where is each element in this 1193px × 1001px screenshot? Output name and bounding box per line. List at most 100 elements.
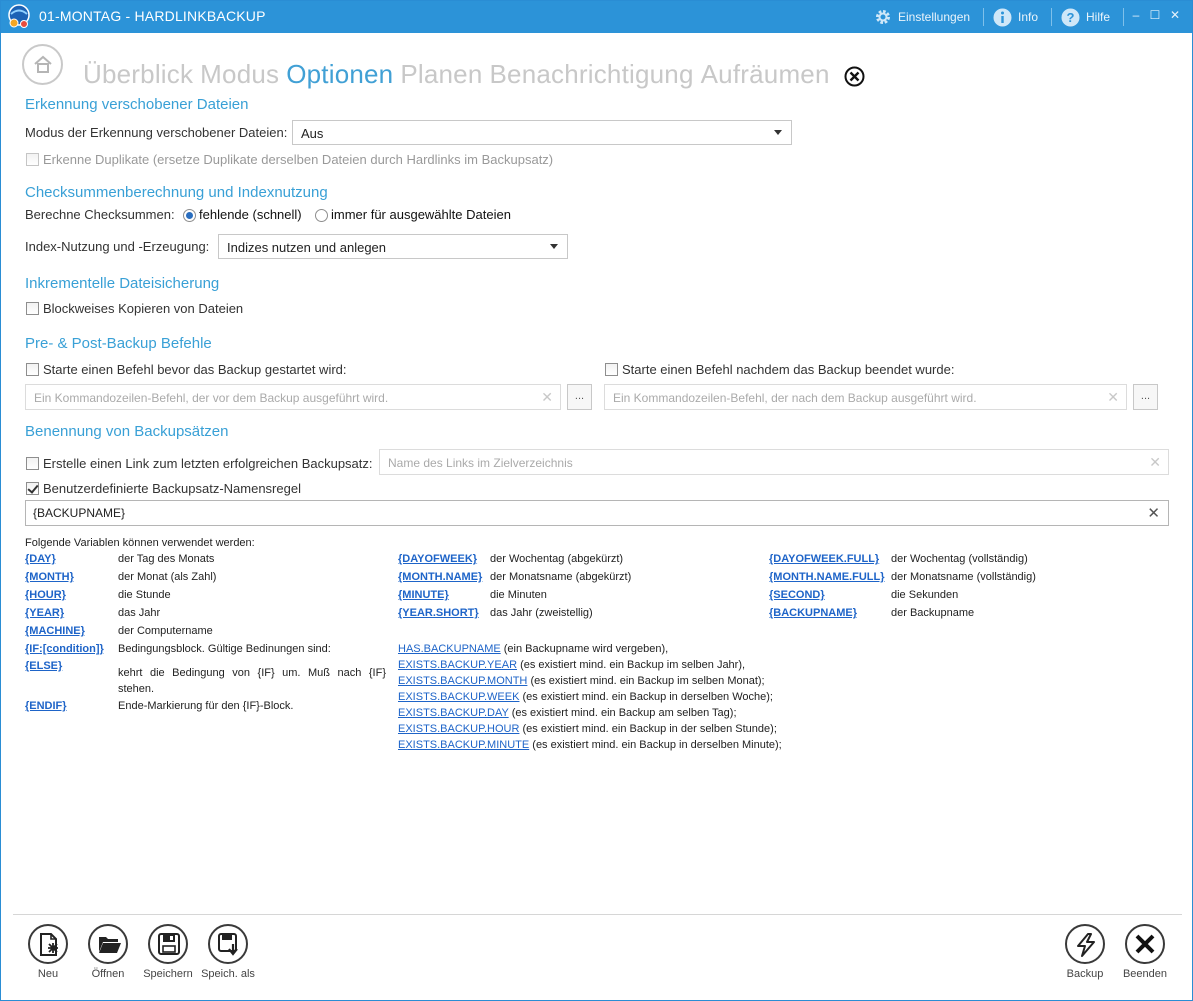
help-button[interactable]: ? Hilfe [1061, 6, 1110, 28]
variable-link[interactable]: {MONTH.NAME.FULL} [769, 571, 885, 583]
exit-button[interactable] [1125, 924, 1165, 964]
detect-duplicates-checkbox[interactable] [26, 153, 39, 166]
condition-desc: (ein Backupname wird vergeben), [503, 643, 669, 655]
blockwise-copy-checkbox[interactable] [26, 302, 39, 315]
open-label: Öffnen [91, 968, 125, 980]
custom-naming-label: Benutzerdefinierte Backupsatz-Namensrege… [43, 481, 301, 496]
condition-link[interactable]: EXISTS.BACKUP.MONTH [398, 675, 527, 687]
variable-desc: das Jahr (zweistellig) [490, 607, 593, 619]
condition-desc: (es existiert mind. ein Backup am selben… [511, 707, 737, 719]
detection-mode-value: Aus [301, 126, 324, 141]
settings-button[interactable]: Einstellungen [874, 6, 970, 28]
index-usage-dropdown[interactable]: Indizes nutzen und anlegen [218, 234, 568, 259]
section-title-incremental: Inkrementelle Dateisicherung [25, 275, 220, 292]
variable-link[interactable]: {MINUTE} [398, 589, 449, 601]
variable-link[interactable]: {HOUR} [25, 589, 66, 601]
close-circle-icon[interactable] [844, 66, 865, 87]
condition-link[interactable]: EXISTS.BACKUP.HOUR [398, 723, 519, 735]
save-button[interactable] [148, 924, 188, 964]
condition-desc: (es existiert mind. ein Backup in der se… [522, 723, 777, 735]
condition-link[interactable]: EXISTS.BACKUP.YEAR [398, 659, 517, 671]
tab-modus[interactable]: Modus [200, 59, 279, 93]
pre-command-checkbox[interactable] [26, 363, 39, 376]
condition-link[interactable]: EXISTS.BACKUP.WEEK [398, 691, 519, 703]
variable-link[interactable]: {DAY} [25, 553, 56, 565]
post-command-checkbox[interactable] [605, 363, 618, 376]
backup-button[interactable] [1065, 924, 1105, 964]
dropdown-arrow-icon [774, 130, 782, 135]
tab-planen[interactable]: Planen [400, 59, 482, 93]
variable-desc: der Tag des Monats [118, 553, 215, 565]
clear-icon[interactable]: ✕ [1147, 504, 1160, 522]
info-label: Info [1018, 10, 1039, 24]
condition-item: HAS.BACKUPNAME (ein Backupname wird verg… [398, 643, 668, 655]
variable-desc: der Backupname [891, 607, 975, 619]
variable-desc: Bedingungsblock. Gültige Bedinungen sind… [118, 643, 331, 655]
maximize-button[interactable]: ☐ [1148, 8, 1162, 22]
dropdown-arrow-icon [550, 244, 558, 249]
tab-benachrichtigung[interactable]: Benachrichtigung [490, 59, 694, 93]
variable-link[interactable]: {MACHINE} [25, 625, 85, 637]
variable-link[interactable]: {MONTH} [25, 571, 74, 583]
post-command-placeholder: Ein Kommandozeilen-Befehl, der nach dem … [613, 391, 977, 405]
tab-optionen[interactable]: Optionen [286, 59, 393, 93]
radio-always-checksums[interactable] [315, 209, 328, 222]
save-as-icon [218, 933, 238, 956]
variable-link[interactable]: {DAYOFWEEK} [398, 553, 477, 565]
detection-mode-dropdown[interactable]: Aus [292, 120, 792, 145]
variable-desc: die Stunde [118, 589, 171, 601]
new-button[interactable] [28, 924, 68, 964]
condition-item: EXISTS.BACKUP.HOUR (es existiert mind. e… [398, 723, 777, 735]
condition-item: EXISTS.BACKUP.YEAR (es existiert mind. e… [398, 659, 745, 671]
variable-link[interactable]: {YEAR.SHORT} [398, 607, 479, 619]
radio-missing-checksums[interactable] [183, 209, 196, 222]
variable-link[interactable]: {IF:[condition]} [25, 643, 104, 655]
custom-naming-checkbox[interactable] [26, 482, 39, 495]
checksums-label: Berechne Checksummen: [25, 207, 175, 222]
post-command-input[interactable]: Ein Kommandozeilen-Befehl, der nach dem … [604, 384, 1127, 410]
tab-aufraeumen[interactable]: Aufräumen [701, 59, 830, 93]
clear-icon[interactable]: ✕ [1149, 454, 1161, 471]
variable-link[interactable]: {MONTH.NAME} [398, 571, 482, 583]
info-icon [993, 8, 1012, 26]
variable-link[interactable]: {ELSE} [25, 660, 62, 672]
condition-link[interactable]: EXISTS.BACKUP.MINUTE [398, 739, 529, 751]
home-icon [34, 55, 52, 73]
variable-desc: Ende-Markierung für den {IF}-Block. [118, 700, 294, 712]
close-window-button[interactable]: ✕ [1168, 8, 1182, 22]
tab-uberblick[interactable]: Überblick [83, 59, 193, 93]
clear-icon[interactable]: ✕ [1107, 389, 1119, 406]
minimize-button[interactable]: – [1129, 8, 1143, 22]
variable-desc: der Wochentag (abgekürzt) [490, 553, 624, 565]
nav-tabs: Überblick Modus Optionen Planen Benachri… [83, 59, 837, 93]
open-button[interactable] [88, 924, 128, 964]
create-link-checkbox[interactable] [26, 457, 39, 470]
help-icon: ? [1061, 8, 1080, 26]
save-label: Speichern [143, 968, 193, 980]
home-button[interactable] [22, 44, 63, 85]
save-as-button[interactable] [208, 924, 248, 964]
condition-desc: (es existiert mind. ein Backup in dersel… [532, 739, 782, 751]
title-bar: 01-MONTAG - HARDLINKBACKUP Einstellungen… [1, 1, 1192, 33]
variable-link[interactable]: {ENDIF} [25, 700, 67, 712]
link-name-placeholder: Name des Links im Zielverzeichnis [388, 456, 573, 470]
pre-command-input[interactable]: Ein Kommandozeilen-Befehl, der vor dem B… [25, 384, 561, 410]
condition-link[interactable]: HAS.BACKUPNAME [398, 643, 501, 655]
window-title: 01-MONTAG - HARDLINKBACKUP [39, 8, 266, 24]
clear-icon[interactable]: ✕ [541, 389, 553, 406]
condition-item: EXISTS.BACKUP.WEEK (es existiert mind. e… [398, 691, 773, 703]
titlebar-separator [1051, 8, 1052, 26]
variable-link[interactable]: {BACKUPNAME} [769, 607, 857, 619]
info-button[interactable]: Info [993, 6, 1038, 28]
variable-link[interactable]: {YEAR} [25, 607, 64, 619]
condition-link[interactable]: EXISTS.BACKUP.DAY [398, 707, 509, 719]
naming-rule-input[interactable]: {BACKUPNAME} ✕ [25, 500, 1169, 526]
folder-open-icon [99, 937, 121, 953]
post-command-browse-button[interactable]: ... [1133, 384, 1158, 410]
variable-link[interactable]: {SECOND} [769, 589, 825, 601]
variable-link[interactable]: {DAYOFWEEK.FULL} [769, 553, 879, 565]
bottom-separator [13, 914, 1182, 915]
link-name-input[interactable]: Name des Links im Zielverzeichnis ✕ [379, 449, 1169, 475]
pre-command-browse-button[interactable]: ... [567, 384, 592, 410]
variables-intro: Folgende Variablen können verwendet werd… [25, 537, 255, 549]
